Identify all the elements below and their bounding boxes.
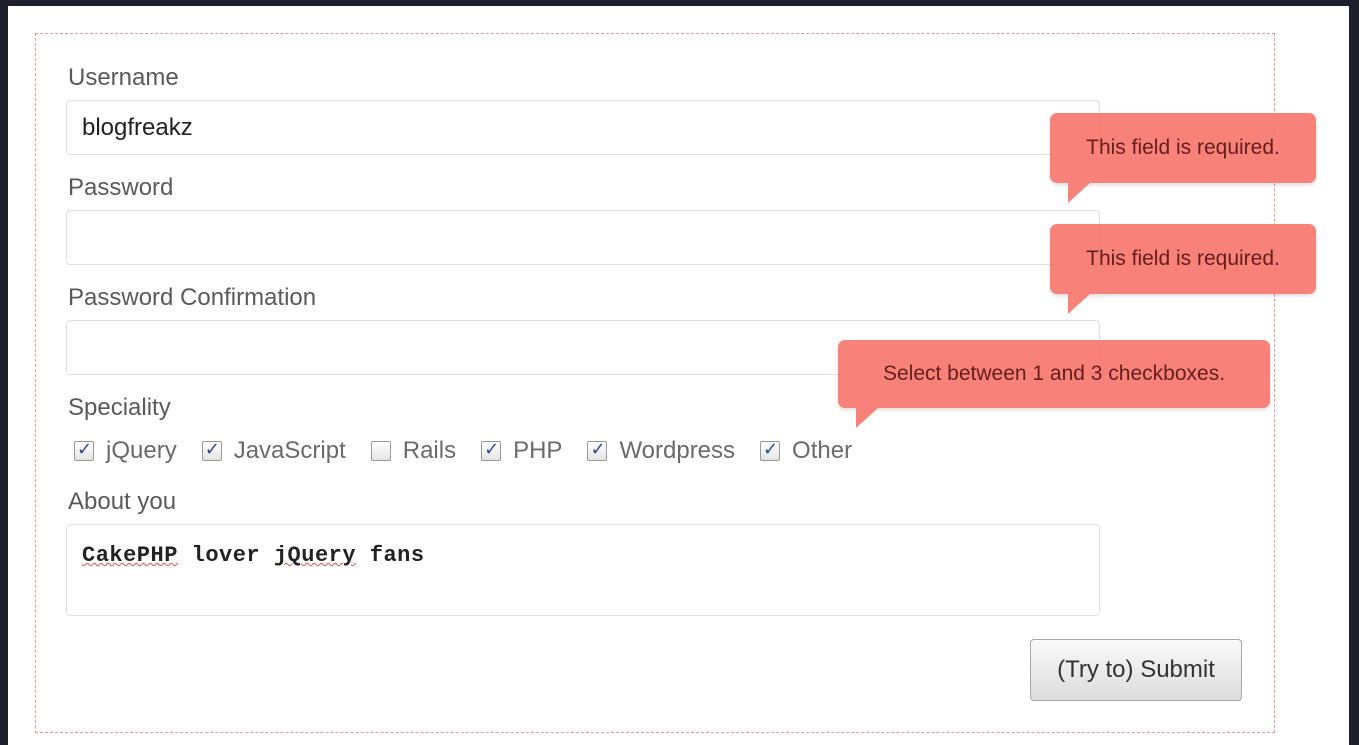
about-textarea[interactable]: CakePHP lover jQuery fans: [66, 524, 1100, 616]
checkbox-label: Wordpress: [619, 437, 736, 464]
checkbox-label: jQuery: [106, 437, 177, 464]
username-value: blogfreakz: [82, 114, 193, 141]
submit-button[interactable]: (Try to) Submit: [1030, 639, 1242, 701]
password-error-tooltip: This field is required.: [1050, 113, 1316, 203]
checkbox-box[interactable]: [760, 439, 781, 461]
about-word: lover: [191, 543, 261, 568]
checkbox-other[interactable]: Other: [760, 437, 852, 465]
spellcheck-word: CakePHP: [82, 543, 178, 568]
password-confirmation-label: Password Confirmation: [68, 284, 317, 311]
checkbox-box[interactable]: [481, 439, 502, 461]
checkbox-rails[interactable]: Rails: [370, 437, 457, 465]
checkbox-label: JavaScript: [233, 437, 346, 464]
checkbox-label: PHP: [513, 437, 563, 464]
checkbox-jquery[interactable]: jQuery: [74, 437, 177, 465]
checkbox-box[interactable]: [201, 439, 222, 461]
about-word: fans: [369, 543, 425, 568]
speciality-checkboxes: jQuery JavaScript Rails PHP Wordpress Ot…: [74, 436, 877, 466]
checkbox-box[interactable]: [370, 441, 391, 461]
spellcheck-word: jQuery: [273, 543, 357, 568]
password-label: Password: [68, 174, 174, 201]
checkbox-box[interactable]: [587, 439, 608, 461]
confirmation-error-tooltip: This field is required.: [1050, 224, 1316, 314]
checkbox-php[interactable]: PHP: [481, 437, 562, 465]
about-label: About you: [68, 488, 177, 515]
checkbox-wordpress[interactable]: Wordpress: [587, 437, 735, 465]
checkbox-box[interactable]: [74, 439, 94, 461]
page: Username blogfreakz Password Password Co…: [8, 6, 1349, 745]
speciality-error-tooltip: Select between 1 and 3 checkboxes.: [838, 340, 1270, 428]
checkbox-label: Rails: [402, 437, 457, 464]
about-value: CakePHP lover jQuery fans: [82, 543, 425, 568]
checkbox-label: Other: [792, 437, 853, 464]
checkbox-javascript[interactable]: JavaScript: [201, 437, 346, 465]
username-field[interactable]: blogfreakz: [66, 100, 1100, 155]
speciality-label: Speciality: [68, 394, 171, 421]
username-label: Username: [68, 64, 179, 91]
password-field[interactable]: [66, 210, 1100, 265]
